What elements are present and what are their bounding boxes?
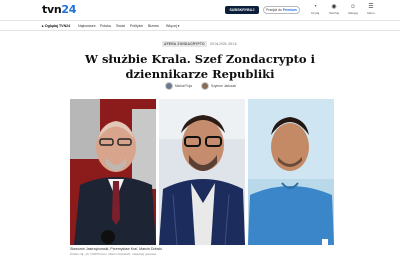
avatar: [201, 81, 209, 90]
premium-prefix: Przejdź do: [266, 8, 282, 12]
image-credit: Źródło zdj.: pb / PAP/Forum, Marcin Dobs…: [70, 252, 157, 256]
portrait-photo-2: [159, 99, 245, 245]
avatar: [165, 81, 173, 90]
account-icon: ☺: [349, 4, 357, 10]
portrait-photo-1: [70, 99, 156, 245]
author-name: Michał Fuja: [175, 83, 192, 88]
login-label: Zaloguj: [348, 11, 358, 15]
login-button[interactable]: ☺ Zaloguj: [346, 4, 360, 15]
publish-date: 09.04.2026, 08:16: [210, 42, 237, 46]
listen-button[interactable]: ◉ Słuchaj: [327, 4, 341, 15]
author-item[interactable]: Szymon Jadczak: [201, 81, 236, 90]
author-item[interactable]: Michał Fuja: [165, 81, 192, 90]
menu-label: Menu: [367, 11, 375, 15]
subscribe-button[interactable]: SUBSKRYBUJ: [225, 6, 259, 14]
nav-item-more[interactable]: Więcej ▾: [166, 24, 180, 28]
premium-brand: Premium: [282, 8, 297, 12]
category-badge[interactable]: AFERA ZONDACRYPTO: [162, 41, 207, 47]
main-nav: ▸ Oglądaj TVN24 Najnowsze Polska Świat P…: [0, 20, 400, 31]
reading-icon: ◔: [313, 4, 317, 10]
chevron-down-icon: ▾: [176, 24, 180, 28]
listen-icon: ◉: [331, 4, 337, 10]
nav-item-politics[interactable]: Polityka: [130, 24, 143, 28]
image-caption: Sławomir Jastrzębowski, Przemysław Kral,…: [70, 247, 162, 251]
premium-button[interactable]: Przejdź do Premium: [263, 6, 300, 14]
nav-item-latest[interactable]: Najnowsze: [78, 24, 96, 28]
article-headline: W służbie Krala. Szef Zondacrypto i dzie…: [85, 52, 315, 81]
reading-button[interactable]: ◔ Czytaj: [308, 4, 322, 15]
logo-24: 24: [61, 3, 77, 16]
tvn24-logo[interactable]: tvn 24: [42, 3, 76, 16]
listen-label: Słuchaj: [329, 11, 339, 15]
author-name: Szymon Jadczak: [211, 83, 236, 88]
nav-item-business[interactable]: Biznes: [148, 24, 159, 28]
menu-icon: ☰: [368, 4, 374, 10]
portrait-photo-3: [248, 99, 334, 245]
reading-label: Czytaj: [310, 11, 320, 15]
menu-button[interactable]: ☰ Menu: [364, 4, 378, 15]
article-hero-image: [70, 99, 334, 245]
nav-item-poland[interactable]: Polska: [100, 24, 111, 28]
logo-tvn: tvn: [42, 3, 62, 16]
nav-item-watch[interactable]: ▸ Oglądaj TVN24: [42, 24, 70, 28]
top-bar: tvn 24 SUBSKRYBUJ Przejdź do Premium ◔ Cz…: [0, 0, 400, 19]
nav-item-world[interactable]: Świat: [116, 24, 125, 28]
author-list: Michał Fuja Szymon Jadczak: [0, 81, 400, 90]
